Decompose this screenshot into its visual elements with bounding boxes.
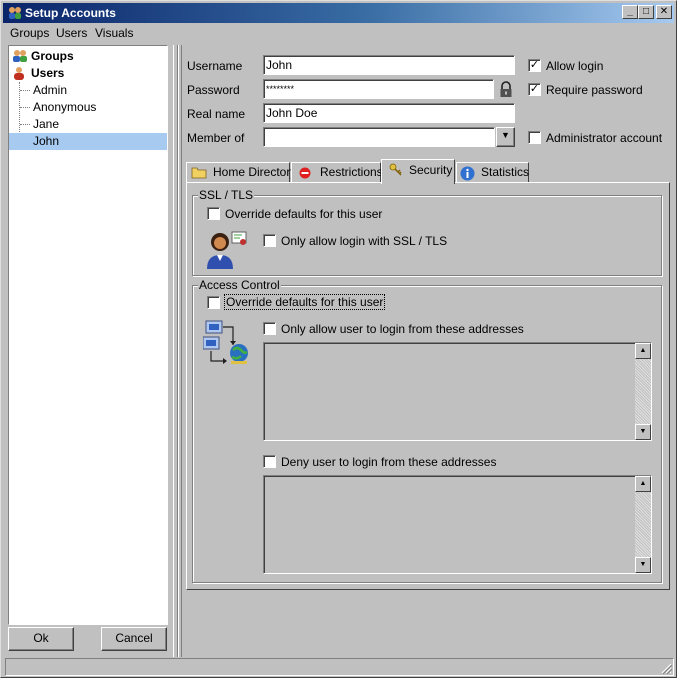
minimize-button[interactable]: _ [622, 5, 638, 19]
network-computers-icon [203, 320, 248, 364]
password-input[interactable]: ******** [263, 79, 494, 99]
title-bar[interactable]: Setup Accounts _ □ ✕ [3, 3, 674, 23]
require-password-label: Require password [546, 83, 643, 97]
only-ssl-checkbox[interactable] [263, 234, 276, 247]
username-label: Username [187, 59, 243, 73]
memberof-dropdown-button[interactable]: ▼ [496, 127, 515, 147]
scroll-down-button[interactable]: ▼ [635, 557, 651, 573]
ssl-override-label: Override defaults for this user [225, 207, 383, 221]
password-label: Password [187, 83, 240, 97]
user-icon [14, 67, 24, 80]
menu-users[interactable]: Users [56, 26, 87, 40]
require-password-checkbox[interactable]: ✓ [528, 83, 541, 96]
menu-groups[interactable]: Groups [10, 26, 49, 40]
maximize-button[interactable]: □ [638, 5, 654, 19]
close-button[interactable]: ✕ [656, 5, 672, 19]
splitter-handle[interactable] [178, 45, 182, 657]
tree-user-anonymous[interactable]: Anonymous [33, 99, 96, 116]
window-title: Setup Accounts [25, 6, 116, 20]
deny-addresses-checkbox[interactable] [263, 455, 276, 468]
deny-list-scrollbar[interactable]: ▲ ▼ [635, 476, 651, 573]
user-certificate-icon [207, 231, 247, 269]
cancel-button[interactable]: Cancel [101, 627, 167, 651]
allow-addresses-list[interactable]: ▲ ▼ [263, 342, 652, 441]
tab-home-directory[interactable]: Home Directory [186, 162, 296, 183]
security-tab-panel: SSL / TLS Override defaults for this use… [186, 182, 670, 590]
tree-user-jane[interactable]: Jane [33, 116, 59, 133]
access-override-label: Override defaults for this user [223, 294, 386, 310]
menu-bar: Groups Users Visuals [3, 24, 674, 42]
tab-label: Security [409, 163, 453, 177]
scroll-up-button[interactable]: ▲ [635, 343, 651, 359]
tree-connector [20, 124, 30, 125]
admin-account-checkbox[interactable] [528, 131, 541, 144]
chevron-down-icon: ▼ [501, 130, 510, 140]
status-bar [5, 658, 674, 676]
tab-label: Home Directory [213, 165, 297, 179]
info-icon [460, 166, 475, 181]
folder-icon [191, 167, 207, 179]
resize-grip-icon[interactable] [660, 662, 672, 674]
tree-node-groups[interactable]: Groups [31, 48, 74, 65]
memberof-select[interactable] [263, 127, 495, 147]
tab-restrictions[interactable]: Restrictions [291, 162, 383, 183]
tree-user-john[interactable]: John [9, 133, 167, 150]
access-control-group-title: Access Control [198, 278, 281, 292]
admin-account-label: Administrator account [546, 131, 663, 145]
tab-label: Restrictions [320, 165, 383, 179]
allow-list-scrollbar[interactable]: ▲ ▼ [635, 343, 651, 440]
allow-login-checkbox[interactable]: ✓ [528, 59, 541, 72]
groups-icon [13, 50, 27, 62]
menu-visuals[interactable]: Visuals [95, 26, 133, 40]
tab-security[interactable]: Security [381, 159, 455, 184]
ssl-override-checkbox[interactable] [207, 207, 220, 220]
tree-connector [20, 90, 30, 91]
allow-addresses-label: Only allow user to login from these addr… [281, 322, 524, 336]
deny-addresses-label: Deny user to login from these addresses [281, 455, 497, 469]
users-icon [9, 7, 21, 19]
ok-button[interactable]: Ok [8, 627, 74, 651]
tree-node-users[interactable]: Users [31, 65, 64, 82]
scroll-down-button[interactable]: ▼ [635, 424, 651, 440]
tab-statistics[interactable]: Statistics [456, 162, 529, 183]
allow-login-label: Allow login [546, 59, 604, 73]
tab-label: Statistics [481, 165, 530, 179]
access-override-checkbox[interactable] [207, 296, 220, 309]
tree-user-admin[interactable]: Admin [33, 82, 67, 99]
scroll-up-button[interactable]: ▲ [635, 476, 651, 492]
realname-input[interactable]: John Doe [263, 103, 515, 123]
account-tree[interactable]: Groups Users Admin Anonymous Jane John [8, 45, 168, 625]
only-ssl-label: Only allow login with SSL / TLS [281, 234, 448, 248]
tree-connector [20, 107, 30, 108]
key-icon [389, 163, 402, 176]
setup-accounts-window: Setup Accounts _ □ ✕ Groups Users Visual… [0, 0, 677, 678]
no-entry-icon [299, 167, 311, 179]
allow-addresses-checkbox[interactable] [263, 322, 276, 335]
realname-label: Real name [187, 107, 246, 121]
lock-icon[interactable] [498, 81, 514, 98]
deny-addresses-list[interactable]: ▲ ▼ [263, 475, 652, 574]
memberof-label: Member of [187, 131, 245, 145]
username-input[interactable]: John [263, 55, 515, 75]
ssl-tls-group-title: SSL / TLS [198, 188, 255, 202]
